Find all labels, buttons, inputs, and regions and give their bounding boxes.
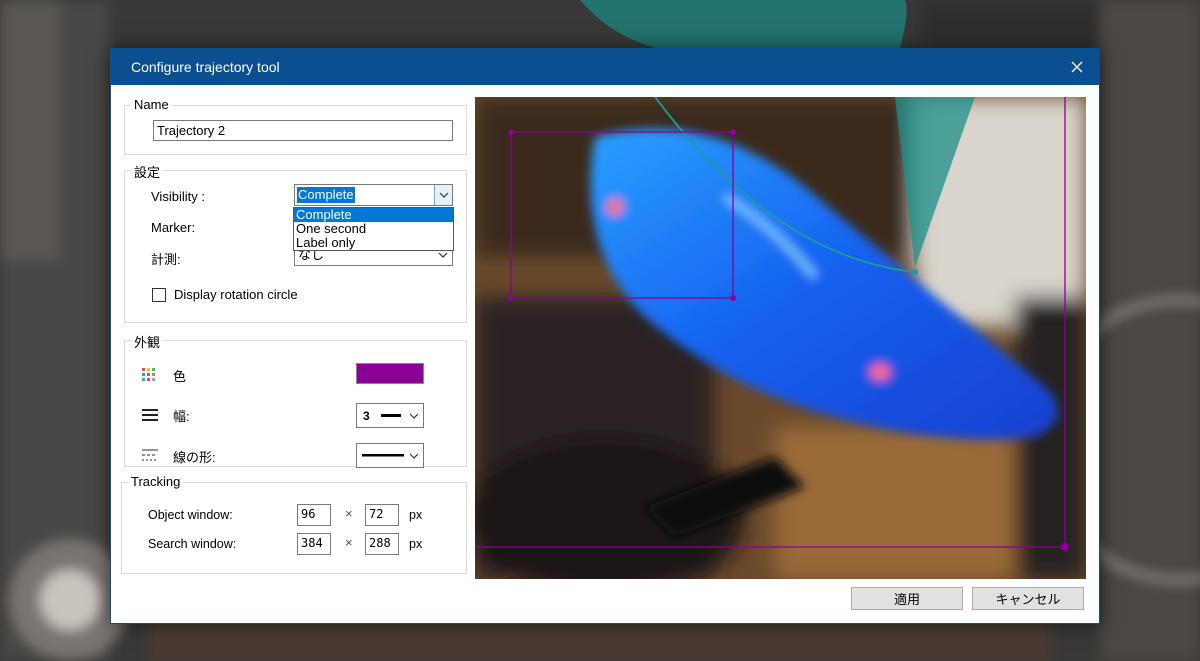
width-value: 3 xyxy=(363,409,370,423)
visibility-option[interactable]: Complete xyxy=(294,208,453,222)
object-window-unit: px xyxy=(409,508,423,522)
object-window-label: Object window: xyxy=(148,508,233,522)
title-bar: Configure trajectory tool xyxy=(111,49,1099,85)
search-window-width-input[interactable]: 384 xyxy=(297,533,331,555)
name-group-legend: Name xyxy=(131,97,172,112)
visibility-option[interactable]: One second xyxy=(294,222,453,236)
times-symbol: × xyxy=(345,535,353,550)
visibility-selected-value: Complete xyxy=(297,187,355,203)
color-label: 色 xyxy=(173,369,187,384)
tracking-group-legend: Tracking xyxy=(128,474,184,489)
close-button[interactable] xyxy=(1055,49,1099,85)
object-window-height-input[interactable]: 72 xyxy=(365,504,399,526)
palette-icon xyxy=(142,368,155,381)
visibility-option[interactable]: Label only xyxy=(294,236,453,250)
name-group: Name Trajectory 2 xyxy=(124,97,467,155)
line-width-icon xyxy=(142,409,158,421)
search-window-height-input[interactable]: 288 xyxy=(365,533,399,555)
cancel-button[interactable]: キャンセル xyxy=(972,587,1084,610)
chevron-down-icon[interactable] xyxy=(405,404,423,427)
visibility-select[interactable]: Complete xyxy=(294,184,453,206)
dialog-title: Configure trajectory tool xyxy=(131,59,280,75)
close-icon xyxy=(1071,61,1083,73)
trajectory-preview-image xyxy=(475,97,1086,579)
line-style-label: 線の形: xyxy=(173,450,216,465)
tracking-group: Tracking Object window: 96 × 72 px Searc… xyxy=(121,474,467,574)
chevron-down-icon[interactable] xyxy=(434,185,452,205)
width-label: 幅: xyxy=(173,409,190,424)
marker-label: Marker: xyxy=(151,220,196,235)
appearance-group: 外観 色 幅: 3 線の形: xyxy=(124,332,467,468)
search-window-label: Search window: xyxy=(148,537,237,551)
rotation-circle-checkbox[interactable] xyxy=(152,288,166,302)
line-style-preview xyxy=(362,454,404,457)
measure-label: 計測: xyxy=(151,252,181,267)
rotation-circle-label: Display rotation circle xyxy=(174,287,298,302)
settings-group-legend: 設定 xyxy=(131,162,164,181)
visibility-label: Visibility : xyxy=(151,189,205,204)
configure-trajectory-dialog: Configure trajectory tool Name Trajector… xyxy=(110,48,1100,624)
chevron-down-icon[interactable] xyxy=(405,444,423,467)
width-select[interactable]: 3 xyxy=(356,403,424,428)
object-window-width-input[interactable]: 96 xyxy=(297,504,331,526)
visibility-dropdown-list: Complete One second Label only xyxy=(293,207,454,251)
line-style-select[interactable] xyxy=(356,443,424,468)
appearance-group-legend: 外観 xyxy=(131,332,164,351)
width-line-preview xyxy=(381,414,401,417)
line-style-icon xyxy=(142,449,158,461)
times-symbol: × xyxy=(345,506,353,521)
search-window-unit: px xyxy=(409,537,423,551)
name-input[interactable]: Trajectory 2 xyxy=(153,120,453,141)
apply-button[interactable]: 適用 xyxy=(851,587,963,610)
color-swatch-button[interactable] xyxy=(356,363,424,384)
